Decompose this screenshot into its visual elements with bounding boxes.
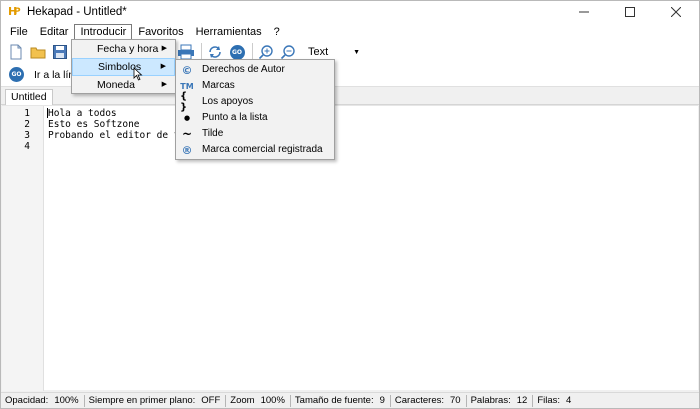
menu-file[interactable]: File [4, 24, 34, 40]
menu-item-label: Moneda [97, 79, 135, 91]
folder-icon [30, 47, 46, 59]
menu-item-moneda[interactable]: Moneda ▶ [72, 76, 175, 94]
braces-icon: { } [180, 91, 188, 113]
bullet-icon: ● [183, 114, 191, 122]
editor-line: Esto es Softzone [48, 119, 140, 130]
introducir-menu: Fecha y hora ▶ Simbolos ▶ Moneda ▶ [71, 39, 176, 94]
copyright-icon: © [181, 63, 193, 77]
line-number: 3 [24, 130, 30, 141]
status-rows: Filas: 4 [537, 395, 576, 406]
menu-herramientas[interactable]: Herramientas [190, 24, 268, 40]
menu-item-marca-comercial-registrada[interactable]: ® Marca comercial registrada [176, 142, 334, 158]
menu-editar[interactable]: Editar [34, 24, 75, 40]
save-button[interactable] [50, 42, 70, 62]
menu-item-punto-a-la-lista[interactable]: ● Punto a la lista [176, 110, 334, 126]
menu-item-marcas[interactable]: TM Marcas [176, 78, 334, 94]
tab-untitled[interactable]: Untitled [5, 89, 53, 105]
status-characters: Caracteres: 70 [395, 395, 466, 406]
minimize-button[interactable] [561, 1, 607, 23]
status-words: Palabras: 12 [471, 395, 533, 406]
status-value: 100% [260, 395, 285, 406]
menu-item-label: Marcas [202, 80, 235, 91]
menu-help[interactable]: ? [268, 24, 286, 40]
status-separator [465, 394, 467, 407]
status-opacity: Opacidad: 100% [5, 395, 84, 406]
window-title: Hekapad - Untitled* [27, 6, 127, 18]
status-bar: Opacidad: 100% Siempre en primer plano: OF… [1, 392, 699, 408]
line-number-gutter: 1 2 3 4 [2, 106, 44, 391]
menu-item-los-apoyos[interactable]: { } Los apoyos [176, 91, 334, 113]
menu-item-label: Tilde [202, 128, 224, 139]
status-label: Tamaño de fuente: [294, 395, 374, 406]
line-number: 2 [24, 119, 30, 130]
zoom-out-icon [280, 45, 295, 60]
status-separator [389, 394, 391, 407]
submenu-arrow-icon: ▶ [161, 45, 167, 52]
app-window: HP Hekapad - Untitled* File Editar Intro… [0, 0, 700, 409]
open-folder-button[interactable] [28, 42, 48, 62]
print-icon [178, 44, 194, 60]
menu-item-simbolos[interactable]: Simbolos ▶ [72, 58, 175, 76]
status-label: Opacidad: [5, 395, 49, 406]
mouse-cursor-icon [133, 67, 143, 81]
menu-item-label: Los apoyos [202, 96, 254, 107]
status-separator [532, 394, 534, 407]
maximize-icon [625, 7, 635, 17]
line-number: 4 [24, 141, 30, 152]
menu-item-label: Punto a la lista [202, 112, 268, 123]
status-value: 4 [566, 395, 572, 406]
chevron-down-icon: ▼ [353, 48, 360, 56]
menu-item-tilde[interactable]: ~ Tilde [176, 126, 334, 142]
line-number: 1 [24, 108, 30, 119]
submenu-arrow-icon: ▶ [160, 63, 166, 70]
status-label: Zoom [230, 395, 255, 406]
menu-item-derechos-de-autor[interactable]: © Derechos de Autor [176, 62, 334, 78]
close-button[interactable] [653, 1, 699, 23]
tilde-icon: ~ [181, 127, 193, 141]
status-value: 100% [54, 395, 79, 406]
text-editor[interactable]: 1 2 3 4 Hola a todos Esto es Softzone Pr… [2, 105, 698, 391]
status-label: Filas: [537, 395, 561, 406]
status-label: Caracteres: [394, 395, 445, 406]
menu-item-label: Marca comercial registrada [202, 144, 323, 155]
registered-icon: ® [181, 143, 193, 157]
status-zoom: Zoom 100% [230, 395, 290, 406]
status-separator [83, 394, 85, 407]
format-select-value: Text [308, 46, 329, 58]
submenu-arrow-icon: ▶ [161, 81, 167, 88]
status-value: 9 [379, 395, 385, 406]
save-icon [53, 45, 67, 59]
status-label: Siempre en primer plano: [88, 395, 196, 406]
title-bar: HP Hekapad - Untitled* [1, 1, 699, 23]
hekapad-logo-icon: HP [8, 5, 21, 18]
menu-item-label: Derechos de Autor [202, 64, 285, 75]
new-file-icon [10, 44, 22, 60]
status-value: OFF [201, 395, 221, 406]
refresh-icon [209, 46, 221, 58]
simbolos-submenu: © Derechos de Autor TM Marcas { } Los ap… [175, 59, 335, 160]
status-separator [289, 394, 291, 407]
editor-line: Hola a todos [48, 108, 117, 119]
menu-item-label: Fecha y hora [97, 43, 159, 55]
minimize-icon [579, 11, 589, 13]
menu-item-fecha-y-hora[interactable]: Fecha y hora ▶ [72, 40, 175, 58]
menu-favoritos[interactable]: Favoritos [132, 24, 189, 40]
status-font-size: Tamaño de fuente: 9 [295, 395, 390, 406]
status-separator [225, 394, 227, 407]
close-icon [671, 7, 681, 17]
status-always-on-top: Siempre en primer plano: OFF [89, 395, 226, 406]
status-value: 70 [450, 395, 461, 406]
go-icon: GO [229, 44, 245, 60]
maximize-button[interactable] [607, 1, 653, 23]
status-value: 12 [516, 395, 528, 406]
go-icon[interactable]: GO [9, 67, 24, 82]
new-file-button[interactable] [6, 42, 26, 62]
zoom-in-icon [258, 45, 273, 60]
status-label: Palabras: [470, 395, 511, 406]
